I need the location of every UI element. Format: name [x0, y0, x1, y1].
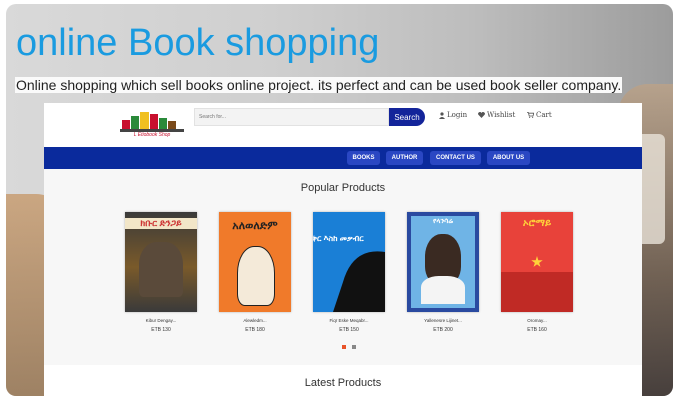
carousel-dots [342, 345, 356, 349]
latest-products-section: Latest Products [44, 365, 642, 400]
product-name[interactable]: Kibur Dengay... [125, 318, 197, 323]
wishlist-link[interactable]: Wishlist [478, 111, 515, 119]
cover-title: የላንሳሬ [433, 218, 453, 225]
cart-label: Cart [536, 111, 552, 119]
nav-author[interactable]: AUTHOR [386, 151, 423, 165]
popular-products-title: Popular Products [300, 182, 386, 194]
product-name[interactable]: Alewledm... [219, 318, 291, 323]
site-logo[interactable]: L Etiobook Shop [120, 108, 184, 140]
cover-dress [421, 276, 465, 304]
product-name[interactable]: Oromay... [501, 318, 573, 323]
cover-title: ፍቅር እስከ መቃብር [313, 234, 364, 243]
book-cover[interactable]: አለወለድም [219, 212, 291, 312]
product-name[interactable]: Yallenesre Lijinet... [407, 318, 479, 323]
cover-ground [501, 272, 573, 312]
product-card[interactable]: ክቡር ድንጋይ Kibur Dengay... ETB 130 [125, 212, 197, 333]
product-price: ETB 130 [151, 327, 171, 333]
cart-icon [527, 112, 534, 118]
page-subtitle: Online shopping which sell books online … [15, 77, 623, 93]
login-link[interactable]: Login [439, 111, 467, 119]
nav-books[interactable]: BOOKS [347, 151, 380, 165]
product-price: ETB 180 [245, 327, 265, 333]
cover-title: ክቡር ድንጋይ [125, 218, 197, 229]
logo-icon [120, 112, 184, 132]
cover-art [313, 212, 385, 312]
nav-contact-us[interactable]: CONTACT US [430, 151, 481, 165]
cart-link[interactable]: Cart [527, 111, 552, 119]
product-card[interactable]: አለወለድም Alewledm... ETB 180 [219, 212, 291, 333]
heart-icon [478, 112, 485, 118]
website-preview: L Etiobook Shop Search Login Wishlist Ca… [44, 103, 642, 400]
product-price: ETB 160 [527, 327, 547, 333]
page-title: online Book shopping [16, 22, 380, 64]
product-card[interactable]: የላንሳሬ Yallenesre Lijinet... ETB 200 [407, 212, 479, 333]
login-label: Login [447, 111, 468, 119]
search-button[interactable]: Search [389, 108, 425, 126]
product-price: ETB 150 [339, 327, 359, 333]
user-icon [439, 111, 445, 119]
cover-title: አለወለድም [232, 220, 278, 232]
cover-title: ኦሮማይ [522, 218, 552, 229]
cover-portrait [139, 242, 183, 297]
wishlist-label: Wishlist [487, 111, 516, 119]
star-icon [531, 256, 543, 267]
site-topbar: L Etiobook Shop Search Login Wishlist Ca… [44, 103, 642, 147]
book-cover[interactable]: ኦሮማይ [501, 212, 573, 312]
carousel-dot[interactable] [352, 345, 356, 349]
cover-figure [237, 246, 275, 306]
book-cover[interactable]: ፍቅር እስከ መቃብር [313, 212, 385, 312]
logo-text: L Etiobook Shop [133, 132, 171, 138]
carousel-dot-active[interactable] [342, 345, 346, 349]
product-price: ETB 200 [433, 327, 453, 333]
book-cover[interactable]: ክቡር ድንጋይ [125, 212, 197, 312]
product-name[interactable]: Fiqr Eske Meqabr... [313, 318, 385, 323]
search-input[interactable] [194, 108, 389, 126]
product-card[interactable]: ፍቅር እስከ መቃብር Fiqr Eske Meqabr... ETB 150 [313, 212, 385, 333]
latest-products-title: Latest Products [304, 377, 382, 389]
product-card[interactable]: ኦሮማይ Oromay... ETB 160 [501, 212, 573, 333]
book-cover[interactable]: የላንሳሬ [407, 212, 479, 312]
site-nav: BOOKS AUTHOR CONTACT US ABOUT US [44, 147, 642, 169]
nav-about-us[interactable]: ABOUT US [487, 151, 530, 165]
